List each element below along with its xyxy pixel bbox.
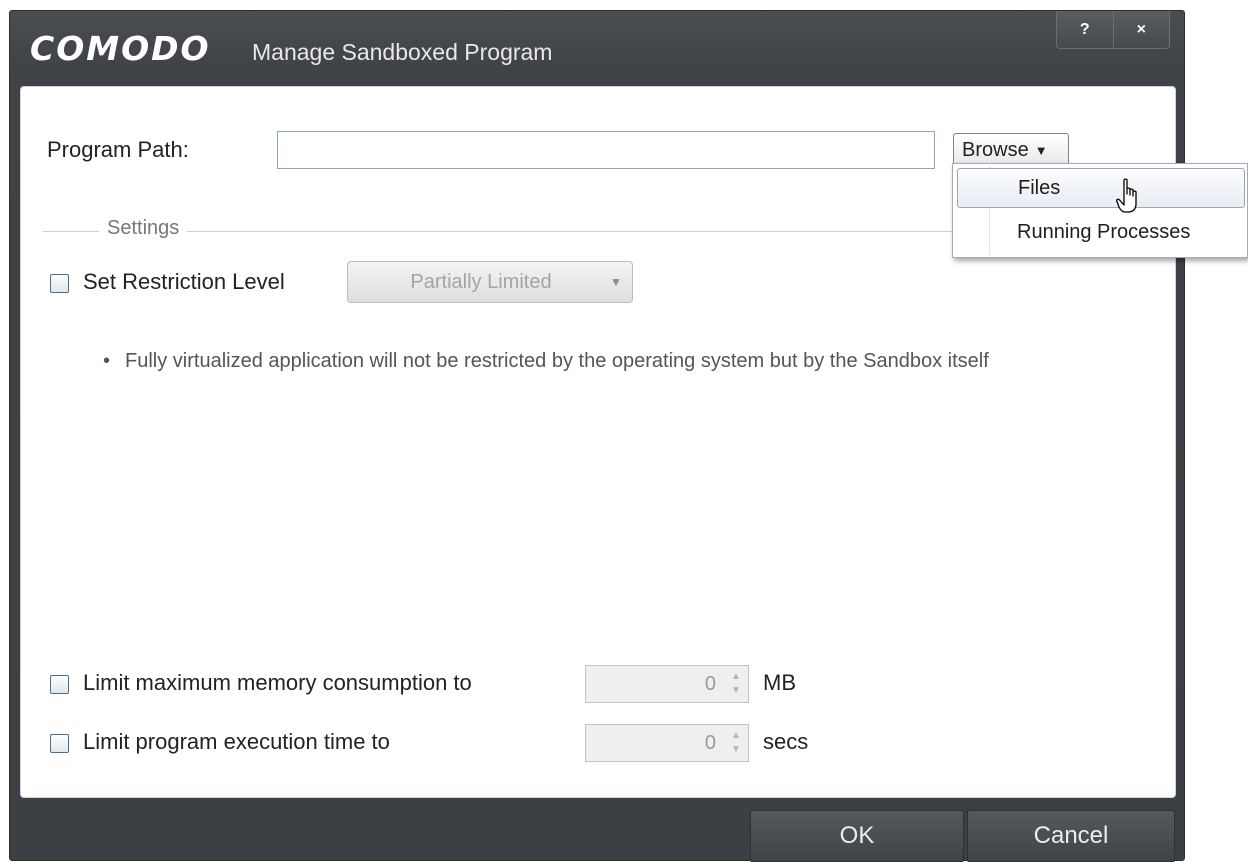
execution-time-unit: secs — [763, 729, 809, 754]
chevron-down-icon: ▼ — [610, 275, 622, 289]
restriction-note: • Fully virtualized application will not… — [103, 346, 1113, 376]
execution-time-checkbox[interactable] — [50, 734, 69, 753]
titlebar[interactable]: COMODO Manage Sandboxed Program ? × — [10, 11, 1184, 85]
restriction-level-label[interactable]: Set Restriction Level — [83, 269, 285, 295]
execution-time-label[interactable]: Limit program execution time to — [83, 729, 390, 755]
comodo-logo: COMODO — [30, 29, 211, 68]
execution-time-value: 0 — [704, 732, 716, 754]
chevron-down-icon: ▼ — [1034, 142, 1048, 158]
memory-unit: MB — [763, 670, 796, 695]
ok-button[interactable]: OK — [750, 810, 964, 862]
restriction-note-text: Fully virtualized application will not b… — [125, 350, 989, 372]
window-title: Manage Sandboxed Program — [252, 39, 553, 65]
restriction-level-value: Partially Limited — [410, 270, 552, 293]
menu-item-files[interactable]: Files — [957, 168, 1245, 208]
memory-limit-spinner[interactable]: 0 ▲ ▼ — [585, 665, 749, 703]
hand-cursor-icon — [1116, 178, 1137, 213]
titlebar-buttons: ? × — [1056, 11, 1170, 49]
settings-divider — [43, 231, 1083, 232]
browse-label: Browse — [962, 138, 1029, 161]
memory-limit-value: 0 — [704, 673, 716, 695]
help-button[interactable]: ? — [1057, 11, 1113, 48]
restriction-level-select[interactable]: Partially Limited ▼ — [347, 261, 633, 303]
memory-limit-checkbox[interactable] — [50, 675, 69, 694]
memory-limit-label[interactable]: Limit maximum memory consumption to — [83, 670, 472, 696]
browse-menu: Files Running Processes — [952, 163, 1248, 258]
cancel-button[interactable]: Cancel — [967, 810, 1175, 862]
manage-sandboxed-program-window: COMODO Manage Sandboxed Program ? × Prog… — [9, 10, 1185, 862]
restriction-level-checkbox[interactable] — [50, 274, 69, 293]
spinner-arrows-icon[interactable]: ▲ ▼ — [724, 725, 748, 761]
menu-item-running-processes[interactable]: Running Processes — [957, 212, 1245, 252]
program-path-input[interactable] — [277, 131, 935, 169]
close-button[interactable]: × — [1112, 11, 1170, 48]
spinner-arrows-icon[interactable]: ▲ ▼ — [724, 666, 748, 702]
settings-legend: Settings — [99, 217, 188, 240]
browse-button[interactable]: Browse ▼ — [953, 133, 1069, 167]
execution-time-spinner[interactable]: 0 ▲ ▼ — [585, 724, 749, 762]
bullet-icon: • — [103, 350, 111, 372]
program-path-label: Program Path: — [47, 137, 189, 162]
